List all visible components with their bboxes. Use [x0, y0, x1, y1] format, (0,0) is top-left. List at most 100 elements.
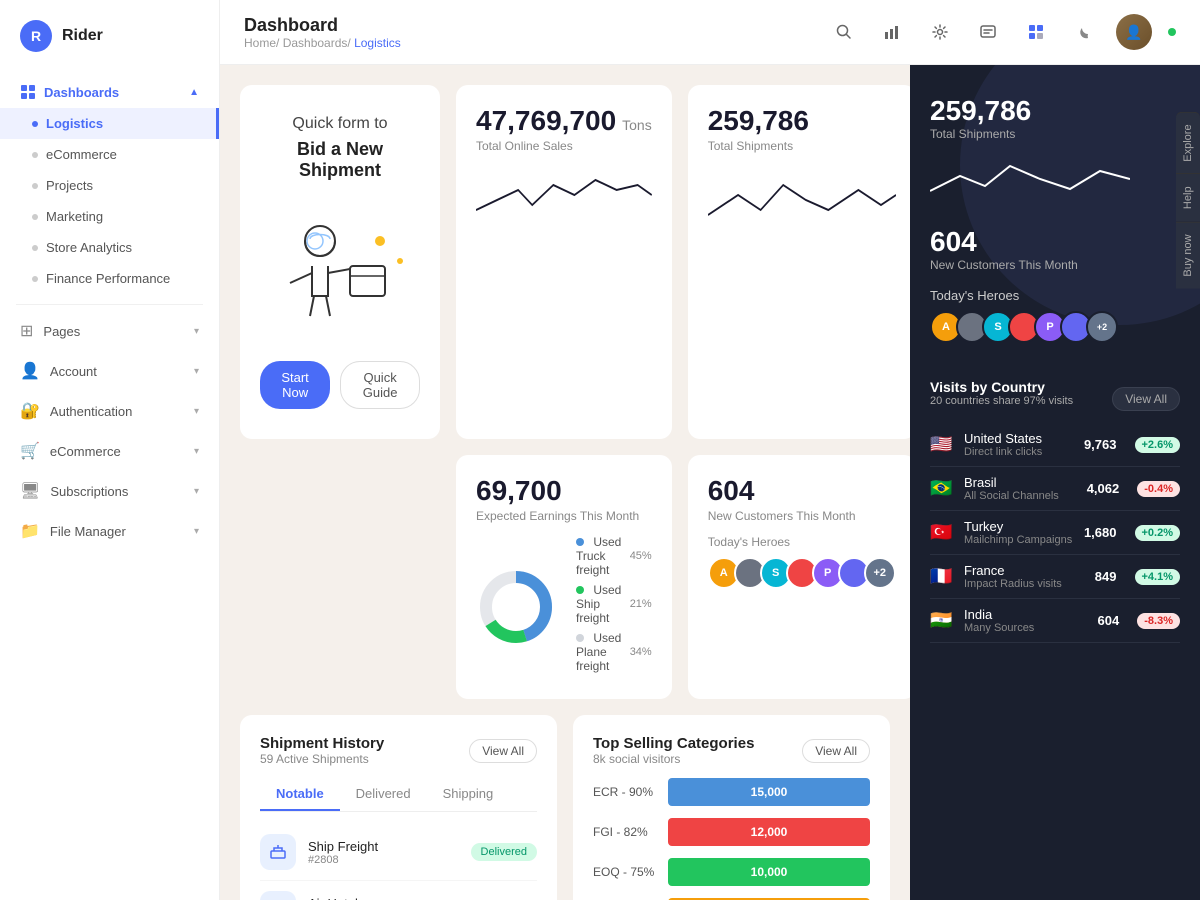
logo-letter: R — [31, 28, 41, 44]
tr-change: +0.2% — [1135, 525, 1181, 541]
sidebar-item-label: Projects — [46, 178, 93, 193]
shipment-history-card: Shipment History 59 Active Shipments Vie… — [240, 715, 557, 900]
header: Dashboard Home/ Dashboards/ Logistics — [220, 0, 1200, 65]
tr-source: Mailchimp Campaigns — [964, 534, 1074, 546]
sidebar-item-file-manager[interactable]: 📁 File Manager ▾ — [0, 511, 219, 551]
shipment-row: Air Hotel #2809 Shipping — [260, 881, 537, 900]
sidebar-item-logistics[interactable]: Logistics — [0, 108, 219, 139]
hero-avatar-extra: +2 — [864, 557, 896, 589]
sidebar-item-label: eCommerce — [46, 147, 117, 162]
messages-button[interactable] — [972, 16, 1004, 48]
sales-chart-svg — [476, 165, 652, 225]
account-icon: 👤 — [20, 361, 40, 381]
tr-info: Turkey Mailchimp Campaigns — [964, 519, 1074, 546]
sidebar-group-dashboards[interactable]: Dashboards ▲ — [0, 76, 219, 108]
plane-pct: 34% — [630, 646, 652, 658]
auth-icon: 🔐 — [20, 401, 40, 421]
page-title: Dashboard — [244, 15, 401, 36]
logo-circle: R — [20, 20, 52, 52]
sidebar-item-pages[interactable]: ⊞ Pages ▾ — [0, 311, 219, 351]
start-now-button[interactable]: Start Now — [260, 361, 330, 409]
search-button[interactable] — [828, 16, 860, 48]
rp-chart-svg — [930, 151, 1130, 201]
shipment-tabs: Notable Delivered Shipping — [260, 778, 537, 812]
sidebar-item-account[interactable]: 👤 Account ▾ — [0, 351, 219, 391]
theme-toggle-button[interactable] — [1068, 16, 1100, 48]
content-main: Quick form to Bid a New Shipment — [220, 65, 910, 900]
categories-view-all-button[interactable]: View All — [802, 739, 870, 763]
sidebar-item-store-analytics[interactable]: Store Analytics — [0, 232, 219, 263]
fr-visits: 849 — [1095, 569, 1117, 584]
country-row-br: 🇧🇷 Brasil All Social Channels 4,062 -0.4… — [930, 467, 1180, 511]
sidebar-item-label: Finance Performance — [46, 271, 170, 286]
tr-name: Turkey — [964, 519, 1074, 534]
sidebar-item-marketing[interactable]: Marketing — [0, 201, 219, 232]
settings-button[interactable] — [924, 16, 956, 48]
tab-notable[interactable]: Notable — [260, 778, 340, 811]
shipment-icon — [260, 891, 296, 900]
shipment-illustration — [260, 211, 420, 331]
rp-heroes-title: Today's Heroes — [930, 288, 1180, 303]
bar-label: EOQ - 75% — [593, 865, 658, 879]
todays-heroes: Today's Heroes A S P +2 — [708, 535, 896, 589]
rp-hero-extra: +2 — [1086, 311, 1118, 343]
tab-shipping[interactable]: Shipping — [427, 778, 510, 811]
user-avatar[interactable]: 👤 — [1116, 14, 1152, 50]
shipment-icon — [260, 834, 296, 870]
dot-icon — [32, 183, 38, 189]
sidebar-item-label: eCommerce — [50, 444, 121, 459]
us-visits: 9,763 — [1084, 437, 1117, 452]
truck-pct: 45% — [630, 550, 652, 562]
bar-value: 15,000 — [751, 785, 788, 799]
new-customers-number: 604 — [708, 475, 755, 506]
fr-name: France — [964, 563, 1085, 578]
sidebar-item-finance[interactable]: Finance Performance — [0, 263, 219, 294]
help-tab[interactable]: Help — [1176, 174, 1200, 222]
sidebar-item-subscriptions[interactable]: 🖥 Subscriptions ▾ — [0, 471, 219, 511]
heroes-avatars-row: A S P +2 — [708, 557, 896, 589]
sidebar-item-projects[interactable]: Projects — [0, 170, 219, 201]
chevron-down-icon: ▾ — [194, 446, 199, 457]
dot-icon — [32, 276, 38, 282]
buy-now-tab[interactable]: Buy now — [1176, 221, 1200, 288]
bar-label: ECR - 90% — [593, 785, 658, 799]
quick-guide-button[interactable]: Quick Guide — [340, 361, 420, 409]
chevron-down-icon: ▾ — [194, 366, 199, 377]
br-flag: 🇧🇷 — [930, 478, 954, 499]
plane-dot — [576, 634, 584, 642]
file-icon: 📁 — [20, 521, 40, 541]
earnings-card: 69,700 Expected Earnings This Month — [456, 455, 672, 699]
tr-flag: 🇹🇷 — [930, 522, 954, 543]
explore-tab[interactable]: Explore — [1176, 111, 1200, 173]
tab-delivered[interactable]: Delivered — [340, 778, 427, 811]
analytics-button[interactable] — [876, 16, 908, 48]
sidebar-item-ecommerce[interactable]: eCommerce — [0, 139, 219, 170]
bar-row-fgi: FGI - 82% 12,000 — [593, 818, 870, 846]
sidebar-item-authentication[interactable]: 🔐 Authentication ▾ — [0, 391, 219, 431]
shipment-view-all-button[interactable]: View All — [469, 739, 537, 763]
online-indicator — [1168, 28, 1176, 36]
bottom-grid: Shipment History 59 Active Shipments Vie… — [240, 715, 890, 900]
heroes-title: Today's Heroes — [708, 535, 896, 549]
rp-customers-label: New Customers This Month — [930, 258, 1180, 272]
us-change: +2.6% — [1135, 437, 1181, 453]
visits-view-all-button[interactable]: View All — [1112, 387, 1180, 411]
breadcrumb: Home/ Dashboards/ Logistics — [244, 36, 401, 50]
country-row-tr: 🇹🇷 Turkey Mailchimp Campaigns 1,680 +0.2… — [930, 511, 1180, 555]
stats-cards-grid: Quick form to Bid a New Shipment — [240, 85, 890, 699]
rp-heroes: Today's Heroes A S P +2 — [930, 288, 1180, 343]
sidebar-divider — [16, 304, 203, 305]
in-name: India — [964, 607, 1088, 622]
br-source: All Social Channels — [964, 490, 1077, 502]
shipments-mini-chart — [708, 165, 896, 230]
in-change: -8.3% — [1137, 613, 1180, 629]
in-visits: 604 — [1098, 613, 1120, 628]
fr-info: France Impact Radius visits — [964, 563, 1085, 590]
sidebar-item-ecommerce2[interactable]: 🛒 eCommerce ▾ — [0, 431, 219, 471]
message-icon — [980, 24, 996, 40]
shipment-name: Air Hotel — [308, 896, 462, 900]
shipment-history-title: Shipment History — [260, 735, 384, 752]
grid-view-button[interactable] — [1020, 16, 1052, 48]
total-shipments-number: 259,786 — [708, 105, 809, 136]
truck-legend-item: Used Truck freight 45% — [576, 535, 652, 577]
